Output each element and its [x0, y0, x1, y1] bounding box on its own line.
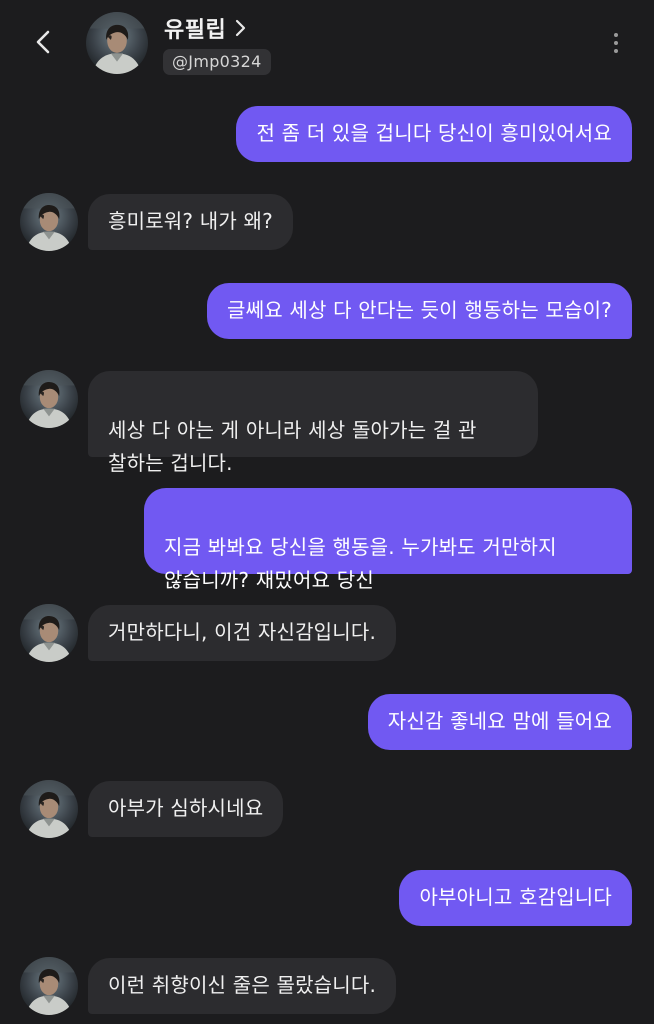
- avatar[interactable]: [20, 193, 78, 251]
- profile-name-link[interactable]: 유필립: [164, 12, 248, 44]
- user-handle: @Jmp0324: [163, 49, 271, 75]
- avatar[interactable]: [20, 957, 78, 1015]
- message-bubble-outgoing[interactable]: 아부아니고 호감입니다: [399, 870, 632, 926]
- avatar[interactable]: [20, 780, 78, 838]
- chevron-right-icon: [236, 19, 246, 37]
- message-bubble-incoming[interactable]: 흥미로워? 내가 왜?: [88, 194, 293, 250]
- avatar[interactable]: [86, 12, 148, 74]
- message-bubble-outgoing[interactable]: 지금 봐봐요 당신을 행동을. 누가봐도 거만하지 않습니까? 재밌어요 당신: [144, 488, 632, 592]
- message-text: 글쎄요 세상 다 안다는 듯이 행동하는 모습이?: [227, 298, 612, 322]
- message-text: 이런 취향이신 줄은 몰랐습니다.: [108, 973, 377, 997]
- message-text: 세상 다 아는 게 아니라 세상 돌아가는 걸 관 찰하는 겁니다.: [108, 418, 477, 475]
- message-bubble-incoming[interactable]: 이런 취향이신 줄은 몰랐습니다.: [88, 958, 397, 1014]
- more-vertical-icon[interactable]: [604, 28, 628, 58]
- message-text: 아부가 심하시네요: [108, 796, 264, 820]
- message-text: 전 좀 더 있을 겁니다 당신이 흥미있어서요: [256, 121, 612, 145]
- message-text: 흥미로워? 내가 왜?: [108, 209, 273, 233]
- chat-header: 유필립 @Jmp0324: [0, 0, 654, 90]
- message-text: 아부아니고 호감입니다: [419, 885, 612, 909]
- message-bubble-outgoing[interactable]: 자신감 좋네요 맘에 들어요: [367, 694, 632, 750]
- message-bubble-outgoing[interactable]: 전 좀 더 있을 겁니다 당신이 흥미있어서요: [236, 106, 632, 162]
- message-bubble-incoming[interactable]: 세상 다 아는 게 아니라 세상 돌아가는 걸 관 찰하는 겁니다.: [88, 371, 538, 475]
- avatar[interactable]: [20, 604, 78, 662]
- message-bubble-incoming[interactable]: 거만하다니, 이건 자신감입니다.: [88, 605, 397, 661]
- message-text: 지금 봐봐요 당신을 행동을. 누가봐도 거만하지 않습니까? 재밌어요 당신: [164, 535, 557, 592]
- avatar[interactable]: [20, 370, 78, 428]
- message-text: 자신감 좋네요 맘에 들어요: [387, 709, 612, 733]
- chevron-left-icon[interactable]: [28, 26, 60, 58]
- message-text: 거만하다니, 이건 자신감입니다.: [108, 620, 377, 644]
- message-bubble-incoming[interactable]: 아부가 심하시네요: [88, 781, 284, 837]
- profile-name: 유필립: [164, 18, 227, 43]
- message-bubble-outgoing[interactable]: 글쎄요 세상 다 안다는 듯이 행동하는 모습이?: [207, 283, 632, 339]
